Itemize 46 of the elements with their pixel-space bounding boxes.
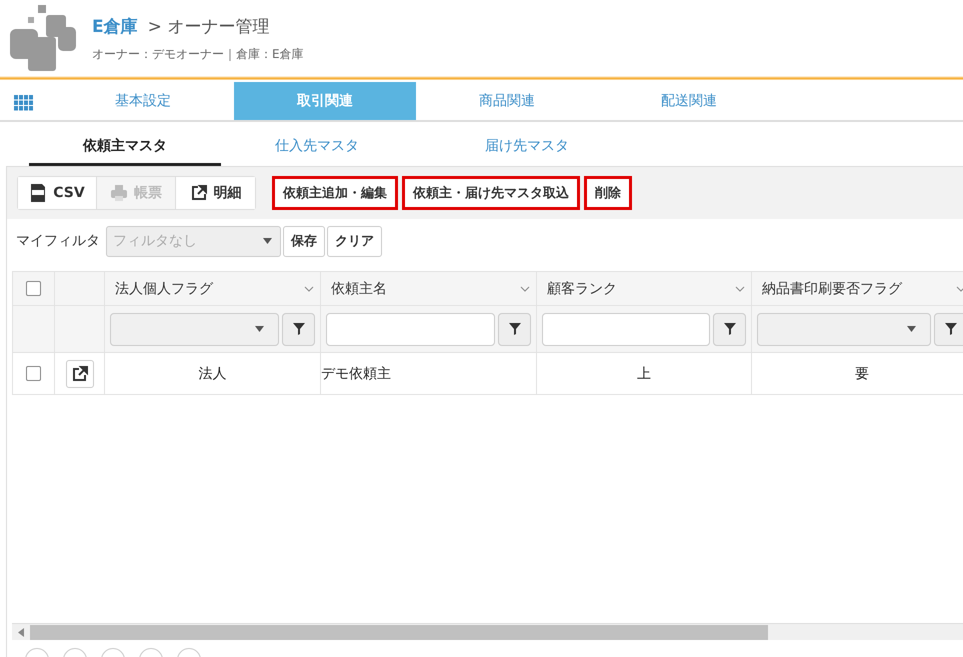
table-cell: 上	[536, 352, 752, 394]
checkbox[interactable]	[26, 281, 41, 296]
chevron-down-icon	[735, 286, 745, 292]
external-link-icon	[190, 184, 208, 202]
caret-icon	[263, 238, 272, 244]
tab[interactable]: 配送関連	[598, 82, 780, 120]
table-cell: 法人	[104, 352, 320, 394]
csv-button[interactable]: CSV	[18, 177, 97, 209]
chevron-down-icon	[956, 286, 963, 292]
caret-icon	[907, 326, 916, 332]
sub-tab[interactable]: 届け先マスタ	[431, 128, 623, 166]
filter-icon	[942, 321, 958, 337]
filter-input[interactable]	[542, 312, 710, 346]
action-button[interactable]: 依頼主追加・編集	[272, 176, 398, 210]
caret-icon	[255, 326, 264, 332]
table-cell: デモ依頼主	[320, 352, 536, 394]
chevron-down-icon	[304, 286, 314, 292]
open-button[interactable]	[66, 360, 94, 388]
chevron-down-icon	[520, 286, 530, 292]
horizontal-scrollbar[interactable]	[12, 623, 963, 640]
page-title: > オーナー管理	[148, 16, 270, 38]
column-header[interactable]: 依頼主名	[331, 280, 387, 298]
subtitle: オーナー：デモオーナー｜倉庫：E倉庫	[92, 46, 304, 63]
filter-button[interactable]	[713, 312, 746, 346]
filter-button[interactable]	[498, 312, 531, 346]
tab[interactable]: 基本設定	[52, 82, 234, 120]
filter-icon	[722, 321, 738, 337]
filter-button[interactable]	[934, 312, 963, 346]
sub-tab[interactable]: 仕入先マスタ	[221, 128, 413, 166]
action-button[interactable]: 依頼主・届け先マスタ取込	[402, 176, 580, 210]
checkbox[interactable]	[26, 366, 41, 381]
filter-label: マイフィルタ	[16, 232, 100, 250]
scroll-left-icon	[18, 628, 24, 636]
action-button[interactable]: 削除	[584, 176, 632, 210]
external-link-icon	[72, 366, 88, 382]
scrollbar-thumb[interactable]	[30, 624, 768, 640]
filter-icon	[290, 321, 306, 337]
filter-icon	[506, 321, 522, 337]
csv-file-icon	[29, 184, 48, 202]
grid-menu-icon	[14, 95, 34, 111]
printer-icon	[110, 184, 128, 202]
filter-input[interactable]	[326, 312, 495, 346]
filter-button[interactable]	[282, 312, 315, 346]
column-header[interactable]: 顧客ランク	[547, 280, 617, 298]
title-link[interactable]: E倉庫	[92, 15, 138, 38]
tab[interactable]: 商品関連	[416, 82, 598, 120]
